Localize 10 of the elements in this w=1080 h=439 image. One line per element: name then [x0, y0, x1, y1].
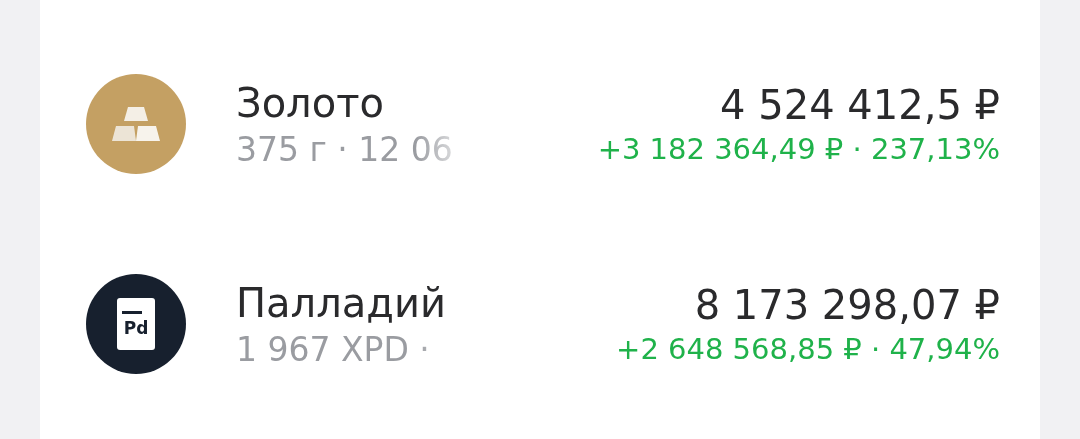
ingots-icon [86, 74, 186, 174]
asset-value: 4 524 412,5 ₽ [720, 82, 1000, 128]
asset-change: +2 648 568,85 ₽ · 47,94% [616, 332, 1000, 366]
asset-value: 8 173 298,07 ₽ [694, 282, 1000, 328]
asset-change: +3 182 364,49 ₽ · 237,13% [597, 132, 1000, 166]
asset-name: Золото [236, 79, 385, 126]
asset-name: Палладий [236, 279, 447, 326]
asset-details: 375 г · 12 06 [236, 129, 454, 169]
palladium-icon: Pd [86, 274, 186, 374]
asset-details: 1 967 XPD · [236, 329, 431, 369]
